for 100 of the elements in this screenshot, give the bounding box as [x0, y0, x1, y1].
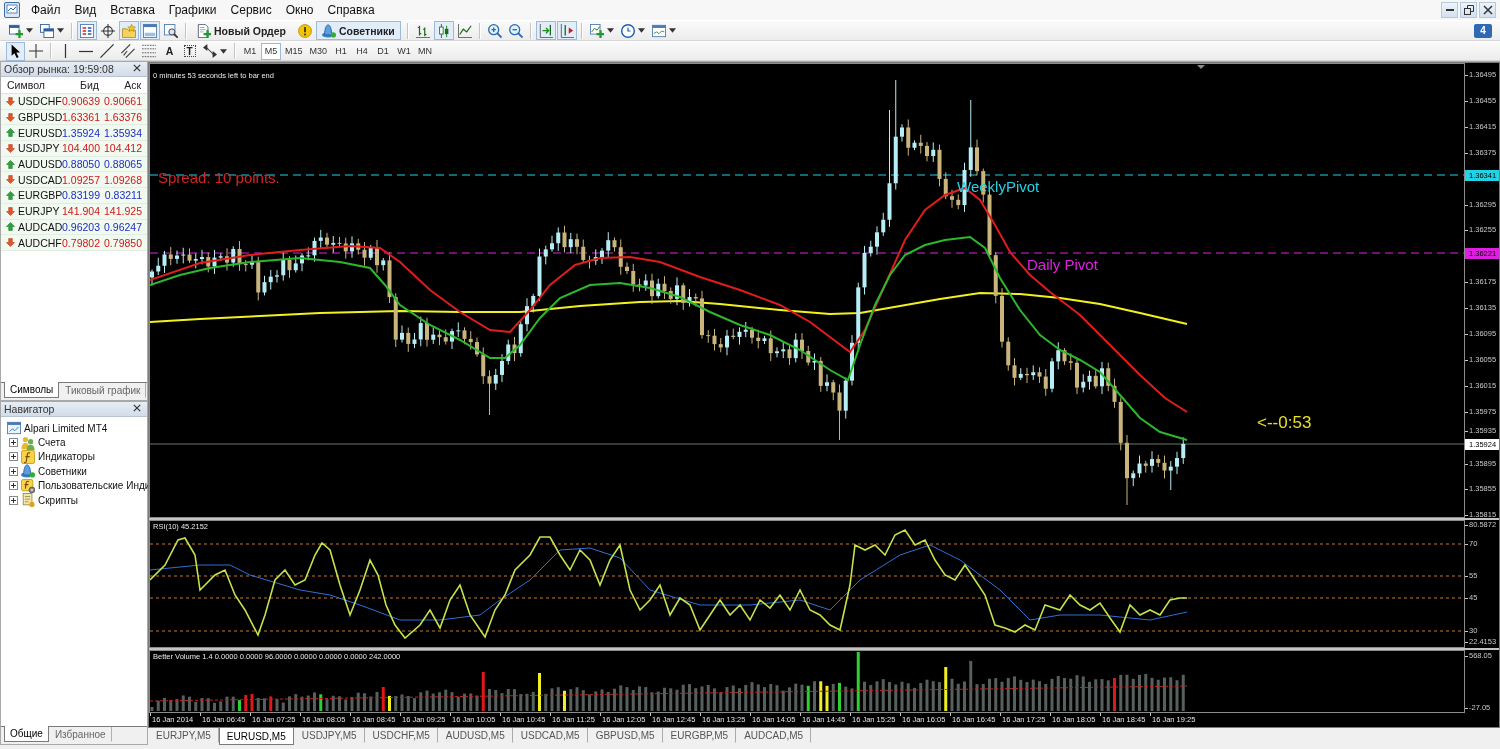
menu-item[interactable]: Справка	[320, 1, 382, 19]
tree-item[interactable]: Индикаторы	[38, 451, 95, 463]
ask-price: 1.35934	[103, 126, 143, 139]
menu-item[interactable]: Вид	[67, 1, 104, 19]
toolbar-button[interactable]	[161, 21, 181, 40]
trend-line-icon	[100, 44, 114, 58]
tree-item[interactable]: Alpari Limited MT4	[24, 422, 108, 434]
scroll-icon	[21, 493, 35, 508]
bid-price: 104.400	[61, 142, 101, 155]
symbol-name: EURGBP	[18, 189, 63, 202]
toolbar-button[interactable]	[433, 21, 454, 40]
ask-price: 0.79850	[103, 236, 143, 249]
symbol-name: AUDCAD	[18, 220, 63, 233]
tree-item[interactable]: Скрипты	[38, 494, 78, 506]
experts-button[interactable]: Советники	[316, 21, 401, 40]
timeframe-button[interactable]: H1	[331, 42, 352, 60]
chart-plus-icon	[589, 23, 604, 38]
timeframe-button[interactable]: W1	[394, 42, 415, 60]
expand-icon[interactable]	[9, 481, 18, 491]
restore-button[interactable]	[1460, 2, 1477, 18]
symbol-name: AUDCHF	[18, 236, 62, 249]
quote-row[interactable]: EURGBP0.83199 0.83211	[1, 188, 147, 204]
quote-row[interactable]: AUDCHF0.79802 0.79850	[1, 235, 147, 251]
horizontal-line-icon	[79, 49, 93, 53]
symbol-name: EURJPY	[18, 205, 60, 218]
timeframe-button[interactable]: H4	[352, 42, 373, 60]
toolbar-button[interactable]	[118, 41, 138, 61]
minimize-button[interactable]	[1441, 2, 1458, 18]
countdown-text: <--0:53	[1257, 414, 1312, 433]
restore-icon	[1463, 5, 1474, 15]
minimize-icon	[1445, 9, 1454, 11]
menu-item[interactable]: Сервис	[223, 1, 279, 19]
expand-icon[interactable]	[9, 452, 18, 462]
notification-badge[interactable]: 4	[1474, 23, 1492, 38]
column-header[interactable]: Бид	[61, 77, 103, 93]
windows-icon	[40, 23, 54, 38]
channel-icon	[121, 44, 135, 58]
menu-item[interactable]: Окно	[278, 1, 321, 19]
bid-price: 141.904	[61, 205, 101, 218]
menu-item[interactable]: Файл	[24, 1, 68, 19]
menu-item[interactable]: Графики	[161, 1, 224, 19]
bid-price: 1.63361	[61, 111, 101, 124]
panel-tab[interactable]: Общие	[4, 726, 49, 742]
expand-icon[interactable]	[9, 438, 18, 448]
scroll-end-icon	[538, 23, 553, 38]
toolbar-button[interactable]	[37, 21, 67, 40]
fibonacci-icon	[142, 44, 156, 58]
symbol-name: USDJPY	[18, 142, 60, 155]
toolbar-button[interactable]	[98, 21, 118, 40]
menu-item[interactable]: Вставка	[103, 1, 162, 19]
close-icon	[133, 404, 141, 412]
close-button[interactable]	[1479, 2, 1496, 18]
quote-row[interactable]: USDJPY 104.400 104.412	[1, 141, 147, 157]
ask-price: 0.88065	[103, 158, 143, 171]
timeframe-button[interactable]: M30	[306, 42, 331, 60]
timeframe-button[interactable]: M1	[240, 42, 260, 60]
ask-price: 0.83211	[103, 189, 143, 202]
price-list-icon	[80, 23, 94, 38]
timeframe-button[interactable]: MN	[415, 42, 436, 60]
bid-price: 0.83199	[61, 189, 101, 202]
bar-chart-icon	[415, 23, 430, 38]
quote-row[interactable]: USDCHF0.90639 0.90661	[1, 94, 147, 110]
close-button[interactable]	[133, 404, 143, 414]
panel-tab[interactable]: Символы	[4, 382, 60, 398]
quote-row[interactable]: USDCAD1.09257 1.09268	[1, 172, 147, 189]
toolbar-button[interactable]	[535, 21, 556, 40]
timeframe-button[interactable]: M15	[282, 42, 306, 60]
ask-price: 1.09268	[103, 173, 143, 186]
timeframe-button[interactable]: D1	[373, 42, 394, 60]
symbol-name: GBPUSD	[18, 111, 63, 124]
toolbar-button[interactable]	[6, 41, 25, 61]
text-tool-button[interactable]: A	[160, 41, 179, 61]
ask-price: 1.63376	[103, 111, 143, 124]
line-chart-icon	[457, 23, 472, 38]
bid-price: 1.35924	[61, 126, 101, 139]
tree-item[interactable]: Счета	[38, 437, 66, 449]
column-header[interactable]: Символ	[1, 77, 61, 93]
document-plus-icon	[197, 23, 211, 38]
panel-tab[interactable]: Тиковый график	[59, 383, 147, 398]
label-tool-button[interactable]: T	[180, 41, 199, 61]
triangle-marker-icon[interactable]	[1197, 65, 1205, 69]
pivot-label: Daily Pivot	[1027, 257, 1098, 274]
timeframe-button[interactable]: M5	[261, 42, 281, 60]
panel-window-icon	[143, 23, 157, 38]
close-button[interactable]	[133, 64, 143, 74]
crosshair-icon	[29, 44, 43, 58]
expand-icon[interactable]	[9, 495, 18, 505]
new-order-button[interactable]: Новый Ордер	[191, 21, 293, 40]
column-header[interactable]: Аск	[103, 77, 145, 93]
panel-tab[interactable]: Избранное	[48, 727, 112, 742]
chart-tab[interactable]: EURUSD,M5	[218, 728, 294, 745]
tree-item[interactable]: Советники	[38, 465, 87, 477]
crosshair-target-icon	[101, 23, 115, 38]
bid-price: 0.96203	[61, 220, 101, 233]
toolbar-button[interactable]	[97, 41, 117, 61]
warning-icon	[298, 23, 313, 38]
candlestick-icon	[436, 23, 451, 38]
quote-row[interactable]: EURUSD1.35924 1.35934	[1, 125, 147, 142]
vertical-line-icon	[64, 44, 67, 58]
expand-icon[interactable]	[9, 466, 18, 476]
